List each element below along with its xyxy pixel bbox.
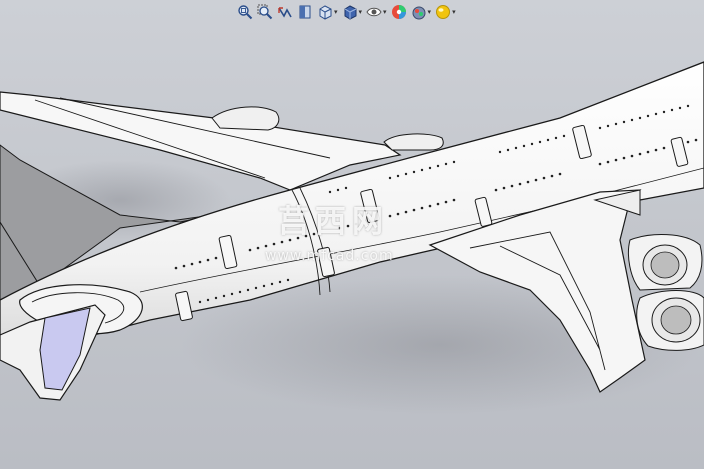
- display-style-button[interactable]: ▾: [341, 3, 364, 21]
- previous-view-button[interactable]: [276, 3, 294, 21]
- apply-scene-icon: [412, 6, 426, 20]
- engine-upper-2: [383, 133, 444, 151]
- section-view-icon: [299, 5, 311, 19]
- display-style-menu-caret[interactable]: ▾: [359, 8, 363, 16]
- apply-scene-button[interactable]: ▾: [410, 3, 433, 21]
- view-orientation-button[interactable]: ▾: [316, 3, 339, 21]
- view-settings-menu-caret[interactable]: ▾: [452, 8, 456, 16]
- heads-up-view-toolbar: ▾ ▾ ▾ ▾ ▾: [236, 2, 457, 22]
- zoom-to-fit-icon: [238, 5, 253, 20]
- engine-right-2: [636, 290, 704, 351]
- view-orientation-menu-caret[interactable]: ▾: [334, 8, 338, 16]
- view-settings-icon: [436, 5, 451, 19]
- hide-show-items-icon: [366, 7, 382, 17]
- display-style-icon: [344, 5, 357, 20]
- edit-appearance-icon: [391, 5, 406, 19]
- watermark-logo-text: 莒西网: [278, 204, 389, 240]
- engine-upper-1: [211, 106, 280, 131]
- watermark-url: www.mfcad.com: [265, 248, 394, 264]
- zoom-to-area-icon: [257, 4, 273, 20]
- zoom-to-fit-button[interactable]: [236, 3, 254, 21]
- view-orientation-icon: [319, 5, 332, 20]
- previous-view-icon: [278, 7, 292, 18]
- section-view-button[interactable]: [296, 3, 314, 21]
- view-settings-button[interactable]: ▾: [434, 3, 457, 21]
- zoom-to-area-button[interactable]: [256, 3, 274, 21]
- engine-right-1: [627, 234, 703, 291]
- graphics-viewport[interactable]: 莒西网 www.mfcad.com: [0, 0, 704, 469]
- hide-show-items-button[interactable]: ▾: [365, 3, 388, 21]
- apply-scene-menu-caret[interactable]: ▾: [428, 8, 432, 16]
- edit-appearance-button[interactable]: [390, 3, 408, 21]
- hide-show-items-menu-caret[interactable]: ▾: [383, 8, 387, 16]
